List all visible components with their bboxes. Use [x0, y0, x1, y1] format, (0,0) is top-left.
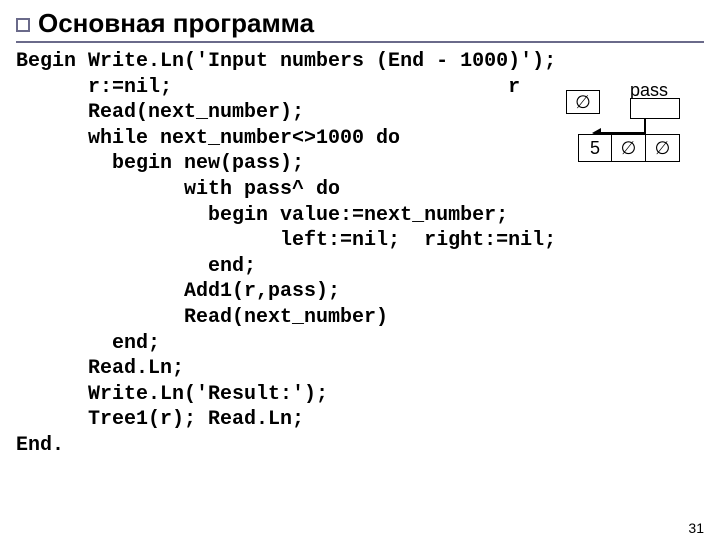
- tree-node: 5 ∅ ∅: [578, 134, 680, 162]
- code-line: with pass^ do: [16, 178, 340, 201]
- node-value-cell: 5: [578, 134, 612, 162]
- title-bar: Основная программа: [16, 4, 704, 43]
- code-line: begin new(pass);: [16, 152, 304, 175]
- code-line: Read(next_number);: [16, 101, 304, 124]
- code-line: Read.Ln;: [16, 357, 184, 380]
- code-line: Write.Ln('Result:');: [16, 383, 328, 406]
- node-right-nil: ∅: [646, 134, 680, 162]
- code-line: end;: [16, 255, 256, 278]
- code-line: Begin Write.Ln('Input numbers (End - 100…: [16, 50, 556, 73]
- slide-title: Основная программа: [38, 8, 314, 39]
- pointer-diagram: pass ∅ 5 ∅ ∅: [542, 82, 702, 182]
- box-pass: [630, 98, 680, 119]
- code-line: r:=nil; r: [16, 76, 520, 99]
- code-line: begin value:=next_number;: [16, 204, 508, 227]
- code-line: left:=nil; right:=nil;: [16, 229, 556, 252]
- title-bullet-box: [16, 18, 30, 32]
- page-number: 31: [688, 520, 704, 536]
- code-line: Tree1(r); Read.Ln;: [16, 408, 304, 431]
- code-line: End.: [16, 434, 64, 457]
- code-line: Add1(r,pass);: [16, 280, 340, 303]
- box-r-nil: ∅: [566, 90, 600, 114]
- node-left-nil: ∅: [612, 134, 646, 162]
- code-line: while next_number<>1000 do: [16, 127, 400, 150]
- code-line: end;: [16, 332, 160, 355]
- code-line: Read(next_number): [16, 306, 388, 329]
